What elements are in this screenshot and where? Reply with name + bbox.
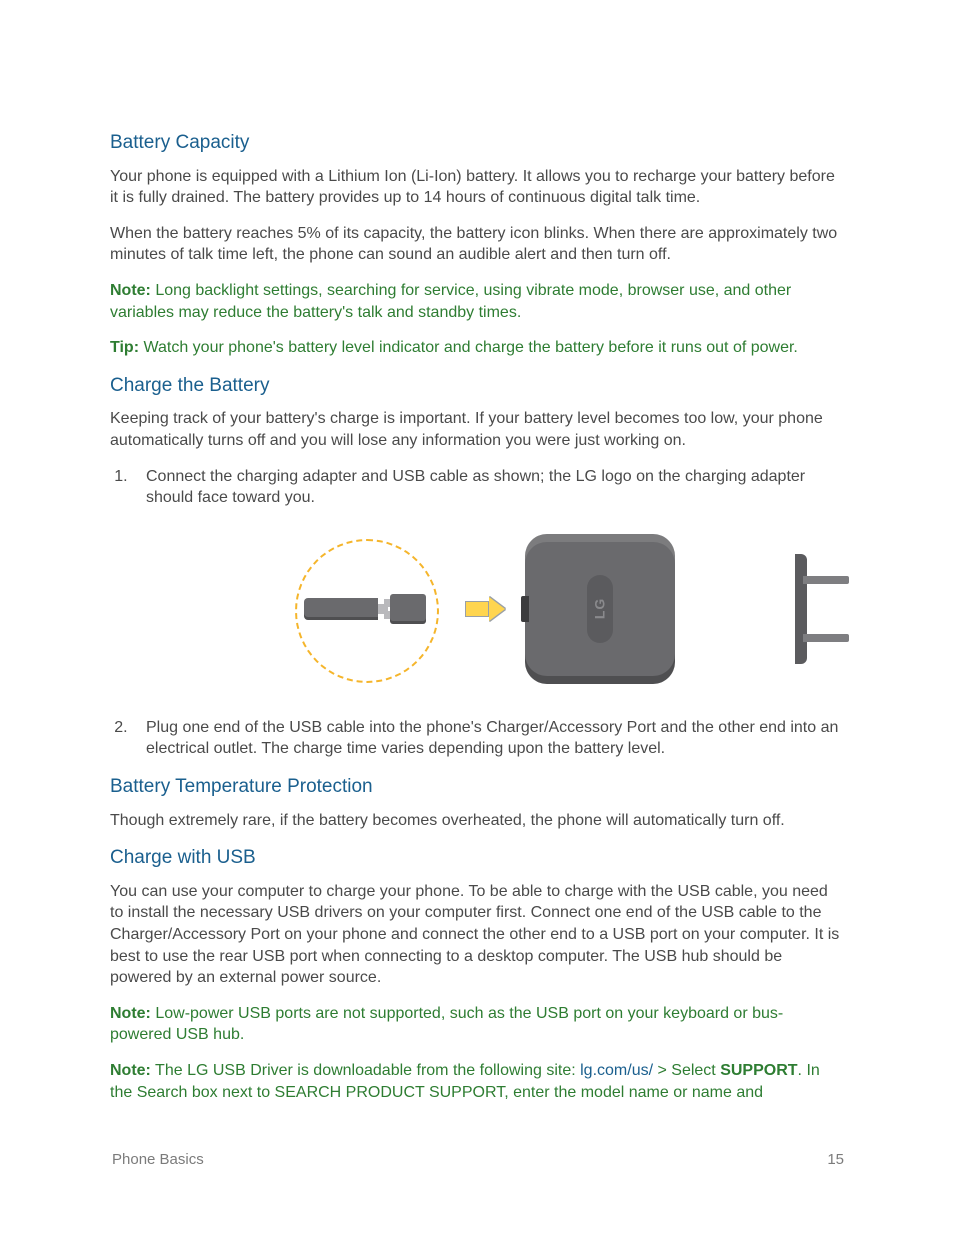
body-text: Keeping track of your battery's charge i… <box>110 408 844 451</box>
driver-site-link[interactable]: lg.com/us/ <box>580 1062 653 1079</box>
manual-page: Battery Capacity Your phone is equipped … <box>0 0 954 1235</box>
heading-temp-protection: Battery Temperature Protection <box>110 774 844 800</box>
charger-body-icon: LG <box>525 534 675 684</box>
support-bold: SUPPORT <box>720 1062 797 1079</box>
note-text: Low-power USB ports are not supported, s… <box>110 1005 783 1044</box>
note-label: Note: <box>110 1062 151 1079</box>
note-block: Note: The LG USB Driver is downloadable … <box>110 1060 844 1103</box>
heading-charge-usb: Charge with USB <box>110 845 844 871</box>
page-footer: Phone Basics 15 <box>112 1150 844 1170</box>
footer-page-number: 15 <box>827 1150 844 1170</box>
tip-text: Watch your phone's battery level indicat… <box>143 339 797 356</box>
step-text: Plug one end of the USB cable into the p… <box>146 719 838 758</box>
usb-cable-icon <box>304 598 378 620</box>
body-text: Though extremely rare, if the battery be… <box>110 810 844 832</box>
body-text: You can use your computer to charge your… <box>110 881 844 989</box>
note-block: Note: Low-power USB ports are not suppor… <box>110 1003 844 1046</box>
body-text: When the battery reaches 5% of its capac… <box>110 223 844 266</box>
steps-list: Connect the charging adapter and USB cab… <box>110 466 844 760</box>
charging-illustration: LG <box>186 529 844 689</box>
usb-assembly-icon <box>304 594 426 624</box>
step-text: Connect the charging adapter and USB cab… <box>146 468 805 507</box>
step-item: Connect the charging adapter and USB cab… <box>132 466 844 689</box>
tip-block: Tip: Watch your phone's battery level in… <box>110 337 844 359</box>
lg-logo: LG <box>591 598 610 619</box>
note-text: Long backlight settings, searching for s… <box>110 282 791 321</box>
heading-charge-battery: Charge the Battery <box>110 373 844 399</box>
charger-label-icon: LG <box>587 575 613 643</box>
footer-section-title: Phone Basics <box>112 1150 204 1170</box>
body-text: Your phone is equipped with a Lithium Io… <box>110 166 844 209</box>
tip-label: Tip: <box>110 339 139 356</box>
note-block: Note: Long backlight settings, searching… <box>110 280 844 323</box>
arrow-right-icon <box>465 597 505 621</box>
note-text: The LG USB Driver is downloadable from t… <box>155 1062 580 1079</box>
note-text: > Select <box>653 1062 720 1079</box>
usb-cable-diagram <box>285 529 445 689</box>
usb-socket-icon <box>521 596 529 622</box>
note-label: Note: <box>110 1005 151 1022</box>
step-item: Plug one end of the USB cable into the p… <box>132 717 844 760</box>
usb-plug-icon <box>390 594 426 624</box>
charger-adapter-diagram: LG <box>525 534 745 684</box>
heading-battery-capacity: Battery Capacity <box>110 130 844 156</box>
note-label: Note: <box>110 282 151 299</box>
